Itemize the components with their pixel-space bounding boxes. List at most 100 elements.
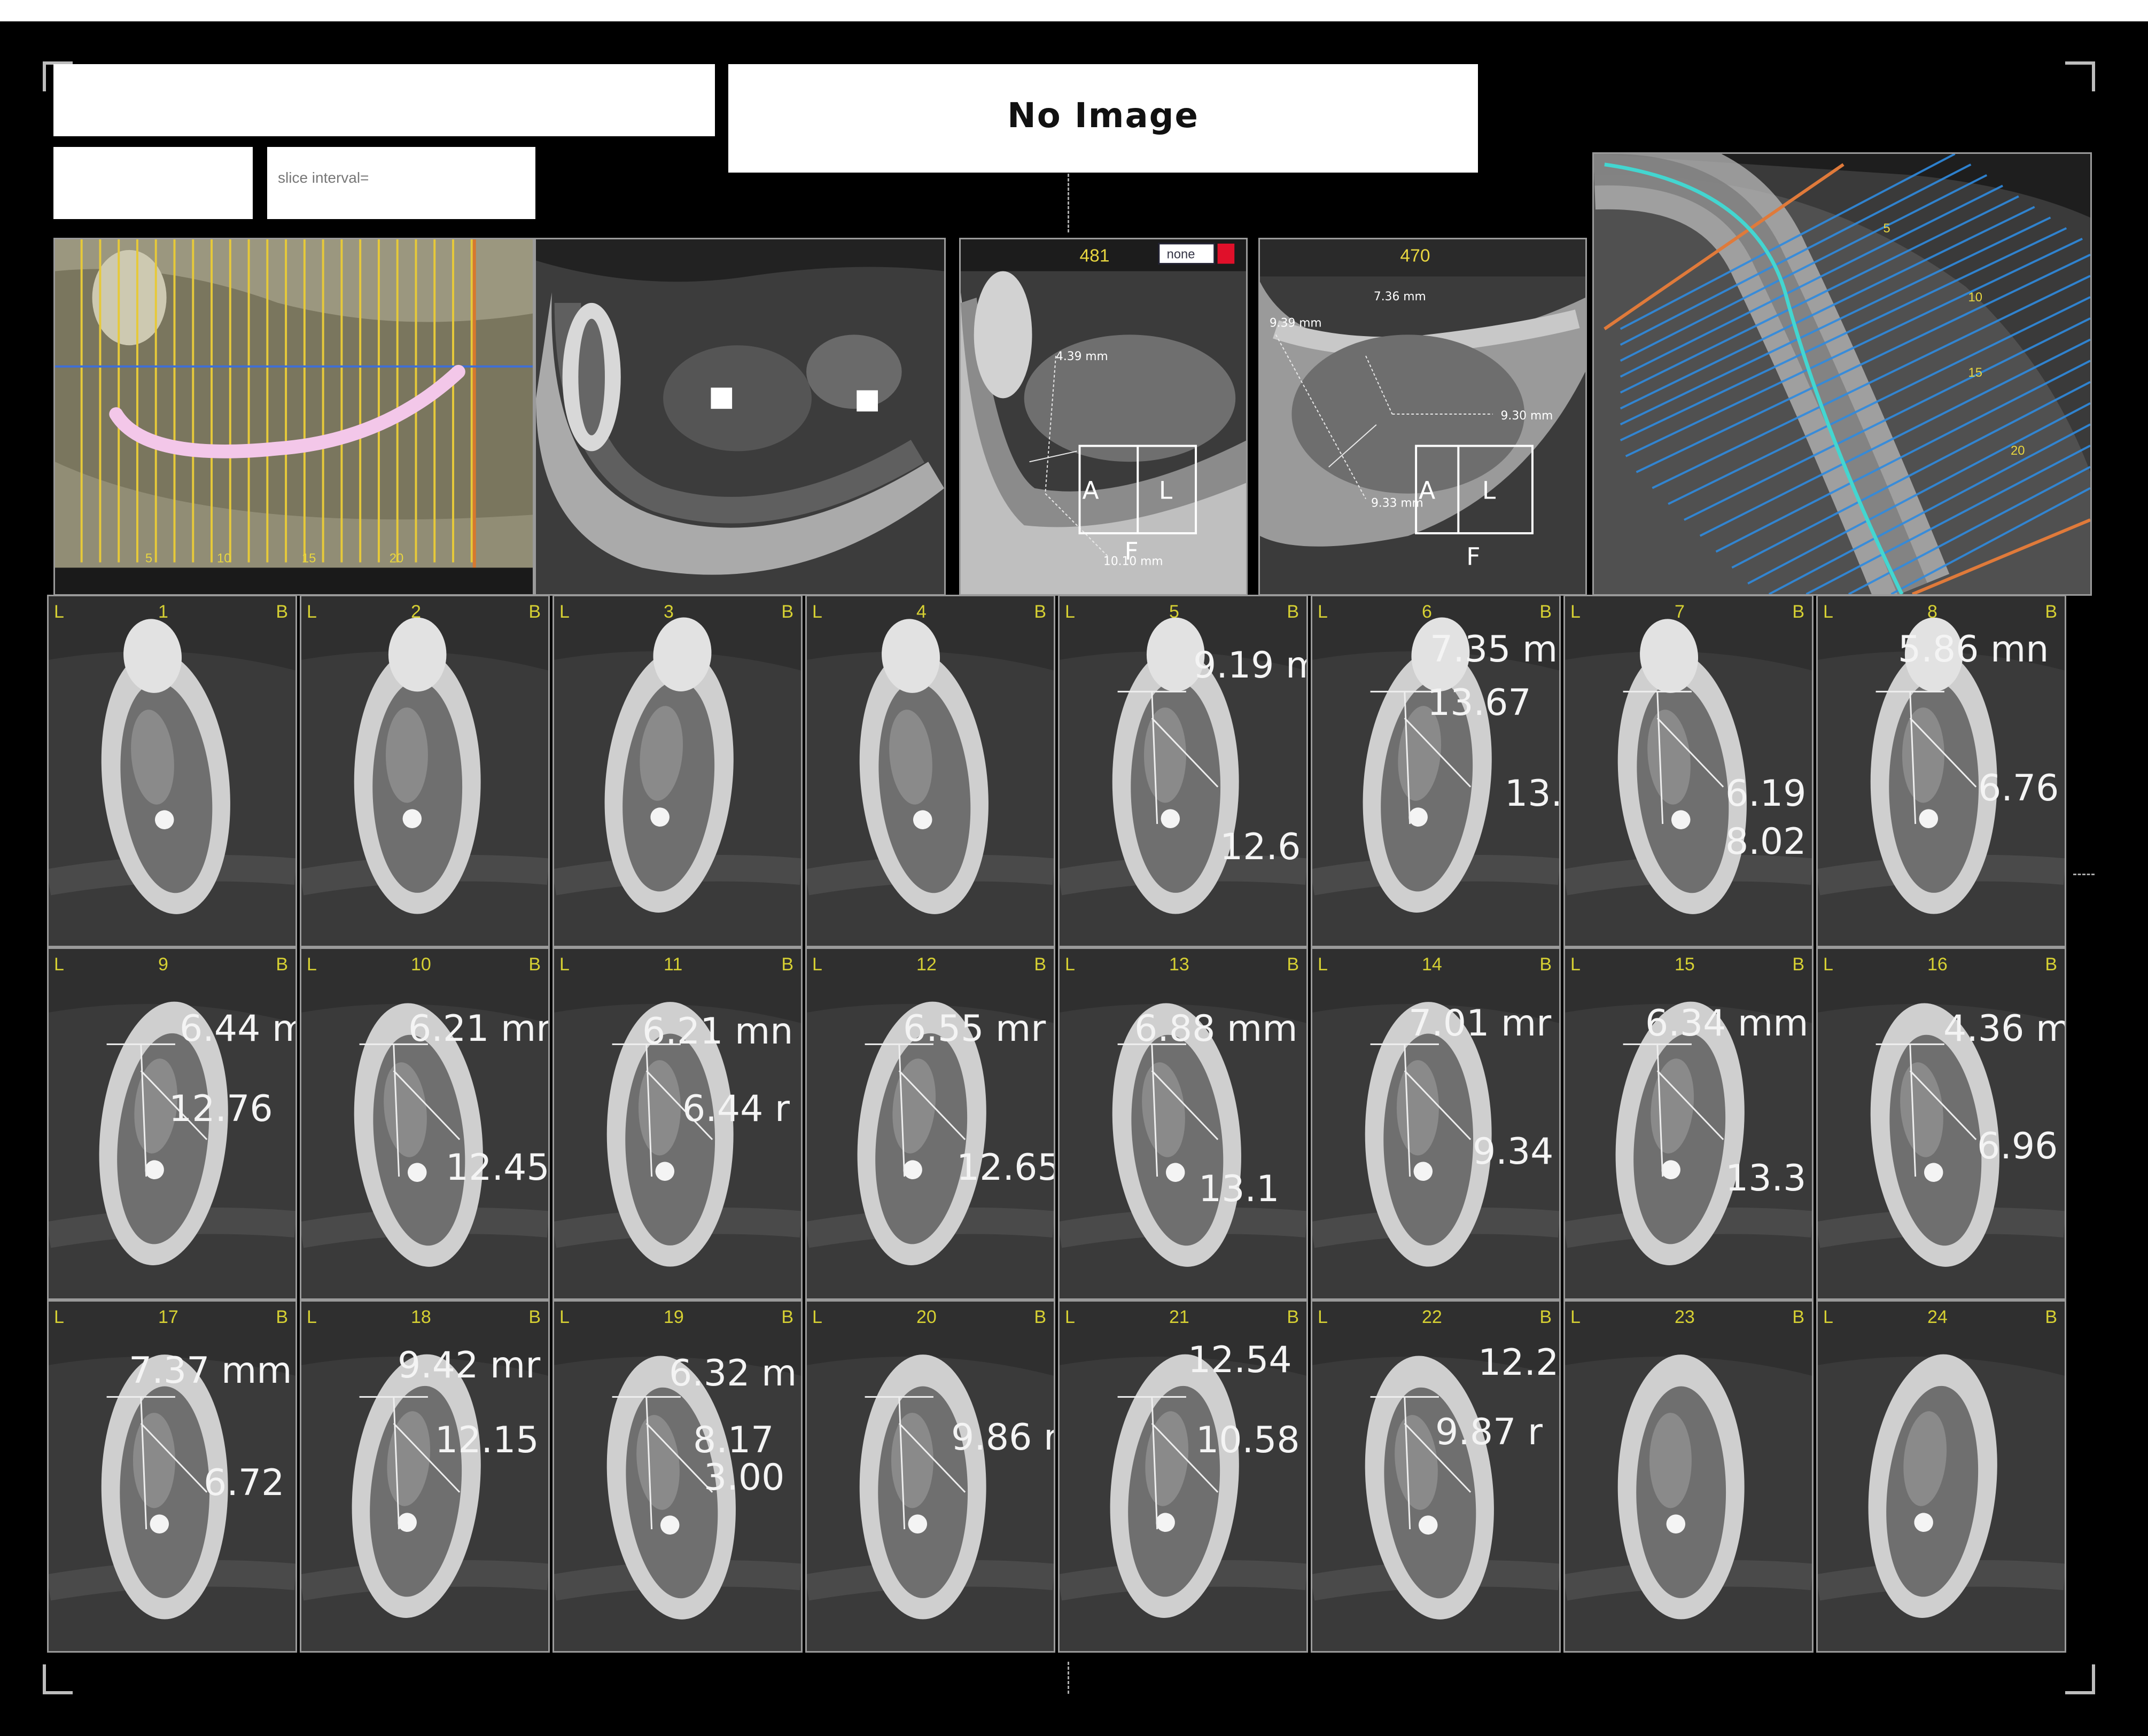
orientation-label-left: L [1065,954,1075,975]
orientation-label-right: B [1034,954,1046,975]
cross-section-15[interactable]: L 15 B 6.34 mm 13.3 [1563,947,1814,1300]
cross-section-7[interactable]: L 7 B 6.19 8.02 [1563,595,1814,947]
cross-section-23[interactable]: L 23 B [1563,1300,1814,1653]
slice-number: 3 [664,602,674,622]
cross-section-4[interactable]: L 4 B [805,595,1055,947]
cross-section-image [1565,949,1812,1298]
orientation-label-right: B [528,954,541,975]
sag1-measure-1: 4.39 mm [1056,350,1108,363]
axial-view[interactable] [534,238,946,596]
orientation-label-right: B [1287,1307,1299,1327]
measurement-label: 6.44 m [180,1008,297,1050]
orientation-label-right: B [276,1307,288,1327]
orientation-label-right: B [1792,1307,1804,1327]
measurement-label: 6.88 mm [1134,1008,1298,1050]
cross-section-22[interactable]: L 22 B 12.2 9.87 r [1311,1300,1561,1653]
panoramic-view[interactable]: 5 10 15 20 [53,238,534,596]
measurement-label: 12.45 [446,1147,550,1189]
guide-label-5: 5 [1884,221,1890,236]
cross-section-18[interactable]: L 18 B 9.42 mr 12.15 [300,1300,550,1653]
cross-section-image [1565,1302,1812,1651]
cross-section-9[interactable]: L 9 B 6.44 m 12.76 [47,947,297,1300]
axial-guide-image: 5 10 15 20 [1594,154,2090,594]
orientation-label-right: B [1287,602,1299,622]
orientation-label-left: L [812,954,822,975]
sagittal-image-2: A L F 7.36 mm 9.39 mm 9.30 mm 9.33 mm 47… [1260,239,1585,594]
cross-section-13[interactable]: L 13 B 6.88 mm 13.1 [1058,947,1308,1300]
cross-section-14[interactable]: L 14 B 7.01 mr 9.34 [1311,947,1561,1300]
orientation-label-right: B [781,1307,793,1327]
measurement-label: 5.86 mn [1898,628,2049,671]
guide-label-20: 20 [2011,443,2025,458]
orientation-label-left: L [1823,602,1833,622]
sagittal-view-2[interactable]: A L F 7.36 mm 9.39 mm 9.30 mm 9.33 mm 47… [1258,238,1587,596]
orientation-label-right: B [276,954,288,975]
measurement-label: 3.00 [704,1457,785,1499]
orientation-label-left: L [307,1307,317,1327]
cross-section-24[interactable]: L 24 B [1816,1300,2066,1653]
report-frame: slice interval= No Image 5 10 15 20 A L … [0,21,2148,1736]
cross-section-6[interactable]: L 6 B 7.35 m 13.67 13.7 [1311,595,1561,947]
guide-label-10: 10 [1968,290,1982,305]
slice-number: 2 [411,602,421,622]
orientation-label-left: L [1065,1307,1075,1327]
orientation-label-left: L [559,954,570,975]
measurement-label: 4.36 m [1943,1008,2066,1050]
orientation-label-left: L [559,602,570,622]
cross-section-image [301,596,548,946]
orientation-label-left: L [812,1307,822,1327]
cross-section-20[interactable]: L 20 B 9.86 r [805,1300,1055,1653]
axial-guide-view[interactable]: 5 10 15 20 [1592,152,2092,596]
slice-number: 24 [1927,1307,1948,1327]
cross-section-19[interactable]: L 19 B 6.32 m 8.17 3.00 [552,1300,803,1653]
orientation-label-left: L [559,1307,570,1327]
cross-section-11[interactable]: L 11 B 6.21 mn 6.44 r [552,947,803,1300]
measurement-label: 7.37 mm [129,1350,292,1392]
cross-section-16[interactable]: L 16 B 4.36 m 6.96 [1816,947,2066,1300]
cross-section-8[interactable]: L 8 B 5.86 mn 6.76 [1816,595,2066,947]
orientation-label-left: L [1318,1307,1328,1327]
cross-section-image [807,949,1054,1298]
measurement-label: 12.15 [435,1419,539,1461]
orientation-label-right: B [2045,954,2057,975]
cross-section-21[interactable]: L 21 B 12.54 10.58 [1058,1300,1308,1653]
measurement-label: 6.76 [1978,767,2059,809]
cross-section-1[interactable]: L 1 B [47,595,297,947]
slice-number: 17 [158,1307,178,1327]
corner-bottom-right [2065,1664,2095,1694]
cross-section-image [49,596,295,946]
slice-number: 18 [411,1307,431,1327]
orientation-label-right: B [1792,954,1804,975]
orientation-label-left: L [812,602,822,622]
cross-section-10[interactable]: L 10 B 6.21 mr 12.45 [300,947,550,1300]
orientation-label-left: L [1065,602,1075,622]
slice-number: 9 [158,954,168,975]
panoramic-image: 5 10 15 20 [55,239,533,594]
measurement-label: 12.2 [1478,1342,1559,1384]
sagittal-view-1[interactable]: A L F 4.39 mm 10.10 mm 481 none [959,238,1248,596]
cross-section-3[interactable]: L 3 B [552,595,803,947]
cross-section-5[interactable]: L 5 B 9.19 m 12.6 [1058,595,1308,947]
sag1-box-a: A [1082,477,1099,505]
orientation-label-right: B [1034,602,1046,622]
slice-number: 13 [1169,954,1189,975]
sag2-box-f: F [1466,542,1480,571]
orientation-label-right: B [1287,954,1299,975]
measurement-label: 6.34 mm [1645,1002,1809,1045]
cross-section-12[interactable]: L 12 B 6.55 mr 12.65 [805,947,1055,1300]
measurement-label: 13.67 [1427,682,1531,724]
svg-text:10: 10 [217,551,231,566]
cross-section-2[interactable]: L 2 B [300,595,550,947]
measurement-label: 9.34 [1473,1131,1554,1173]
orientation-label-left: L [1570,954,1581,975]
sag2-measure-3: 9.30 mm [1501,409,1553,423]
orientation-label-right: B [2045,1307,2057,1327]
cross-section-17[interactable]: L 17 B 7.37 mm 6.72 [47,1300,297,1653]
orientation-label-left: L [1823,954,1833,975]
measurement-label: 12.6 [1220,826,1301,868]
orientation-label-right: B [528,602,541,622]
measurement-label: 6.55 mr [903,1008,1046,1050]
slice-number: 23 [1675,1307,1695,1327]
measurement-label: 12.65 [956,1147,1055,1189]
slice-number: 10 [411,954,431,975]
